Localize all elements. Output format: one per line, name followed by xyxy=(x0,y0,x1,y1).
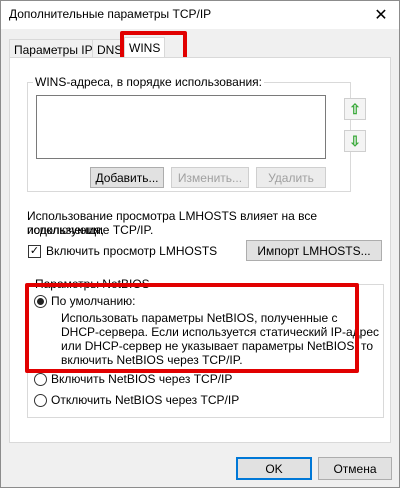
ok-button[interactable]: OK xyxy=(236,457,312,480)
add-button[interactable]: Добавить... xyxy=(90,167,164,188)
wins-group-label: WINS-адреса, в порядке использования: xyxy=(33,75,264,89)
enable-lmhosts-checkbox[interactable]: ✓ xyxy=(28,245,41,258)
title-bar: Дополнительные параметры TCP/IP ✕ xyxy=(1,1,399,29)
lmhosts-description-line2: использующие TCP/IP. xyxy=(27,223,154,237)
edit-button[interactable]: Изменить... xyxy=(171,167,249,188)
cancel-button[interactable]: Отмена xyxy=(318,457,392,480)
import-lmhosts-button[interactable]: Импорт LMHOSTS... xyxy=(246,240,382,261)
highlight-netbios-default xyxy=(25,283,359,373)
netbios-enable-label[interactable]: Включить NetBIOS через TCP/IP xyxy=(51,372,232,386)
close-icon[interactable]: ✕ xyxy=(363,1,399,29)
wins-address-list[interactable] xyxy=(36,95,326,159)
enable-lmhosts-label[interactable]: Включить просмотр LMHOSTS xyxy=(46,244,217,258)
netbios-disable-radio[interactable] xyxy=(34,394,47,407)
remove-button[interactable]: Удалить xyxy=(256,167,326,188)
netbios-disable-label[interactable]: Отключить NetBIOS через TCP/IP xyxy=(51,393,239,407)
move-up-icon[interactable]: ⇧ xyxy=(344,98,366,120)
window-title: Дополнительные параметры TCP/IP xyxy=(9,7,212,21)
netbios-enable-radio[interactable] xyxy=(34,373,47,386)
tcpip-advanced-dialog: Дополнительные параметры TCP/IP ✕ Параме… xyxy=(0,0,400,488)
wins-tab-panel: WINS-адреса, в порядке использования: ⇧ … xyxy=(9,57,391,443)
move-down-icon[interactable]: ⇩ xyxy=(344,130,366,152)
